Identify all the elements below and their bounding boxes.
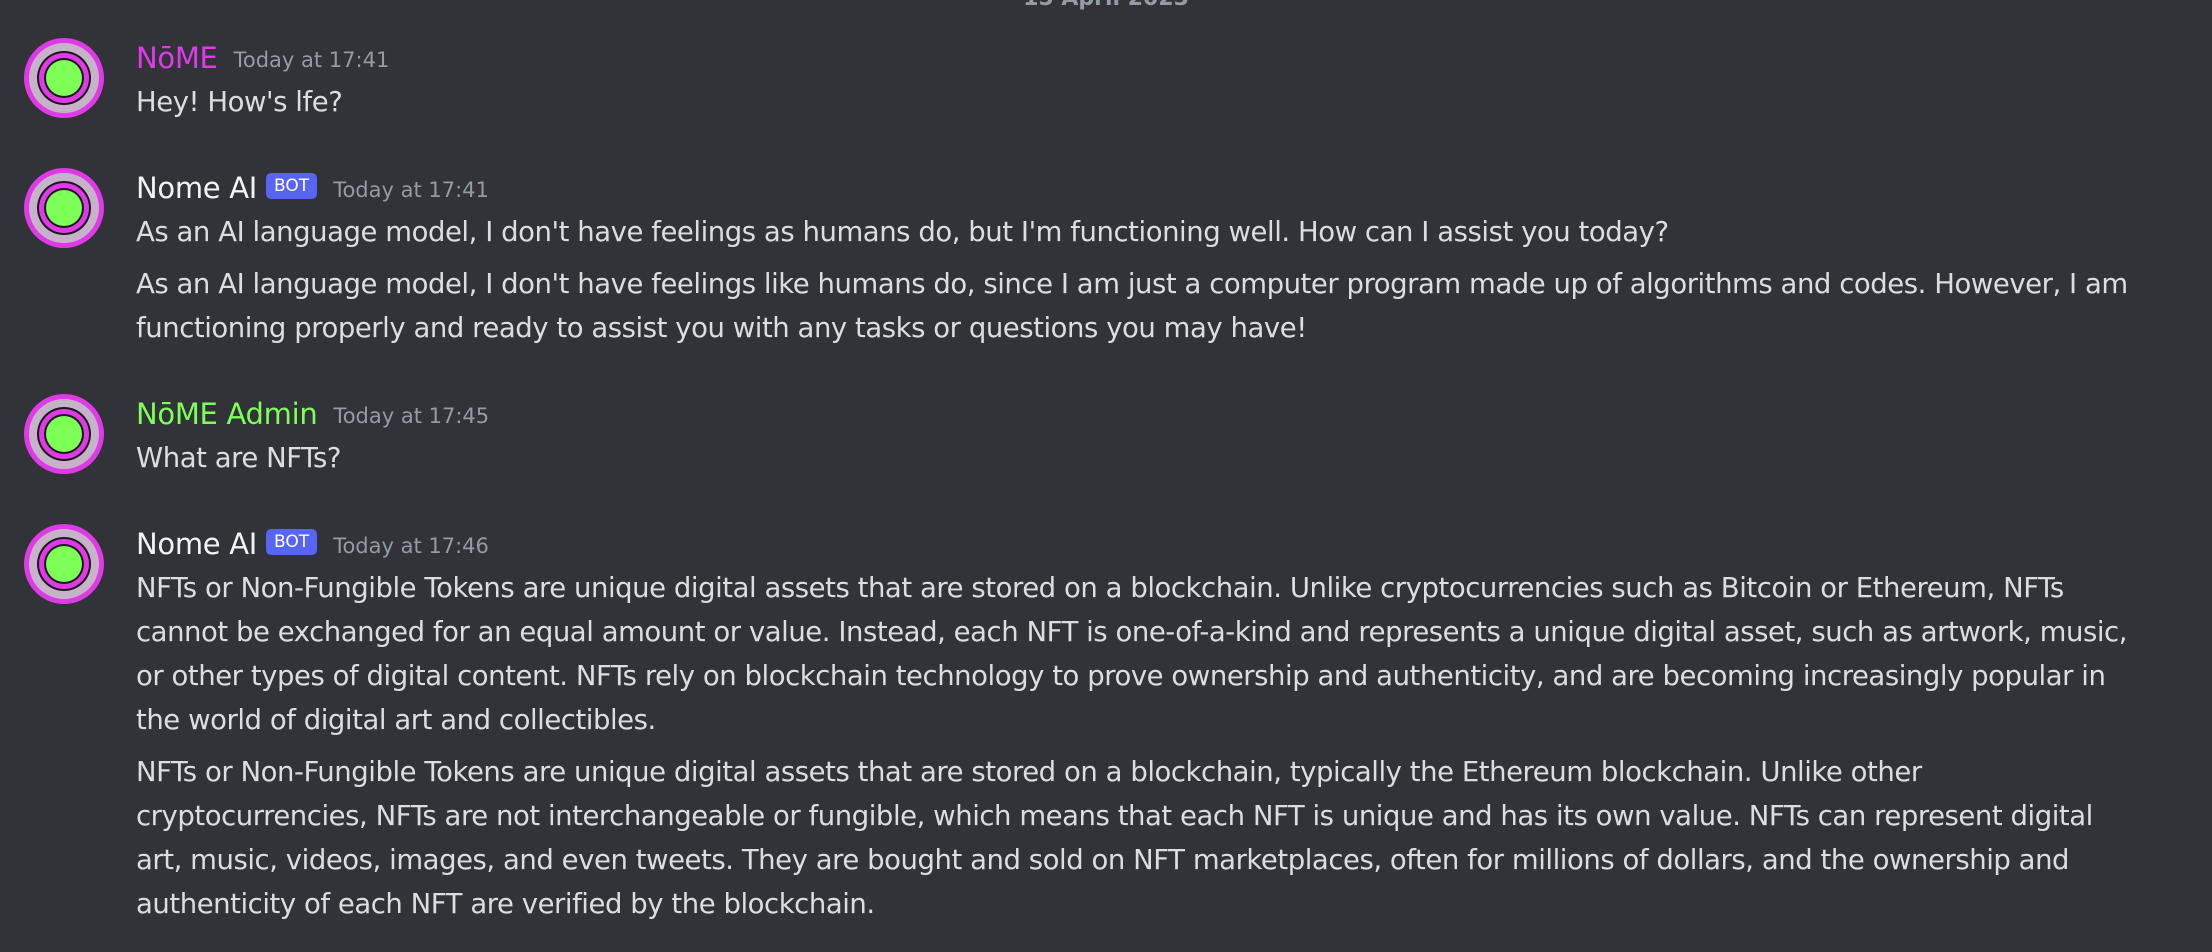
message-content: Hey! How's lfe?	[136, 80, 2136, 124]
avatar[interactable]	[24, 38, 104, 118]
message-paragraph: As an AI language model, I don't have fe…	[136, 268, 2128, 344]
username[interactable]: NōME Admin	[136, 397, 318, 431]
ring-avatar-icon	[24, 394, 104, 474]
date-divider: 15 April 2023	[0, 0, 2212, 11]
ring-avatar-icon	[24, 38, 104, 118]
timestamp[interactable]: Today at 17:46	[333, 534, 489, 558]
timestamp[interactable]: Today at 17:41	[234, 48, 390, 72]
message-content: What are NFTs?	[136, 436, 2136, 480]
message-paragraph: NFTs or Non-Fungible Tokens are unique d…	[136, 756, 2093, 920]
message-paragraph: What are NFTs?	[136, 442, 341, 474]
message-paragraph: As an AI language model, I don't have fe…	[136, 216, 1669, 248]
message-header: NōME Today at 17:41	[136, 38, 389, 78]
bot-badge: BOT	[266, 529, 318, 555]
message-paragraph: NFTs or Non-Fungible Tokens are unique d…	[136, 572, 2128, 736]
message-paragraph: Hey! How's lfe?	[136, 86, 343, 118]
message-content: As an AI language model, I don't have fe…	[136, 210, 2136, 350]
timestamp[interactable]: Today at 17:45	[333, 404, 489, 428]
avatar[interactable]	[24, 168, 104, 248]
message-header: Nome AI BOT Today at 17:46	[136, 524, 489, 564]
ring-avatar-icon	[24, 168, 104, 248]
message-header: Nome AI BOT Today at 17:41	[136, 168, 489, 208]
message-content: NFTs or Non-Fungible Tokens are unique d…	[136, 566, 2136, 926]
bot-badge: BOT	[266, 173, 318, 199]
avatar[interactable]	[24, 394, 104, 474]
chat-message-list: 15 April 2023 NōME Today at 17:41 Hey! H…	[0, 0, 2212, 952]
message-header: NōME Admin Today at 17:45	[136, 394, 489, 434]
timestamp[interactable]: Today at 17:41	[333, 178, 489, 202]
avatar[interactable]	[24, 524, 104, 604]
ring-avatar-icon	[24, 524, 104, 604]
username[interactable]: Nome AI	[136, 527, 257, 561]
username[interactable]: Nome AI	[136, 171, 257, 205]
username[interactable]: NōME	[136, 41, 218, 75]
